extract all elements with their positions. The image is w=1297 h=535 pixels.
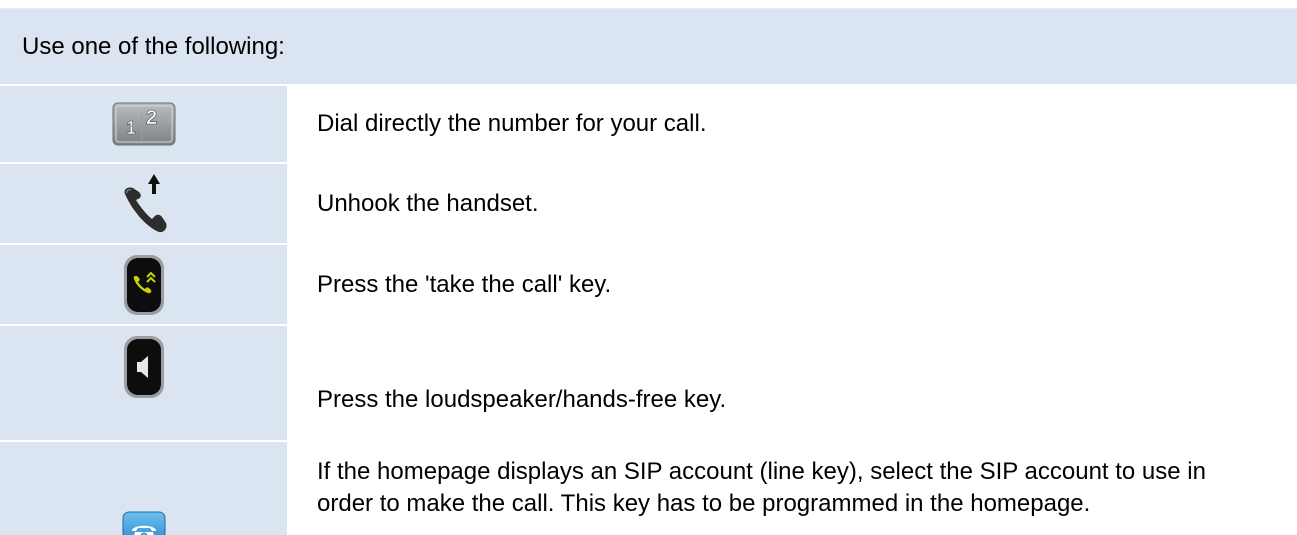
handset-offhook-icon	[123, 173, 167, 232]
table-header: Use one of the following:	[0, 8, 1297, 84]
table-row: Press the 'take the call' key.	[0, 243, 1297, 324]
instruction-table: Use one of the following: 1 2 Dial direc…	[0, 8, 1297, 535]
table-row: Unhook the handset.	[0, 162, 1297, 243]
instruction-text: If the homepage displays an SIP account …	[289, 442, 1297, 535]
icon-cell	[0, 442, 289, 535]
instruction-table-page: Use one of the following: 1 2 Dial direc…	[0, 0, 1297, 535]
keypad-icon: 1 2	[112, 102, 175, 146]
icon-cell: 1 2	[0, 86, 289, 162]
table-row: 1 2 Dial directly the number for your ca…	[0, 84, 1297, 162]
loudspeaker-key-icon	[123, 336, 164, 398]
svg-text:1: 1	[126, 118, 136, 138]
instruction-text: Press the 'take the call' key.	[289, 245, 1297, 324]
take-call-key-icon	[123, 254, 164, 315]
table-row: If the homepage displays an SIP account …	[0, 440, 1297, 535]
table-row: Press the loudspeaker/hands-free key.	[0, 324, 1297, 440]
sip-line-key-icon	[122, 511, 165, 535]
instruction-text: Press the loudspeaker/hands-free key.	[289, 326, 1297, 440]
instruction-text: Unhook the handset.	[289, 164, 1297, 243]
header-text: Use one of the following:	[22, 32, 285, 60]
instruction-text: Dial directly the number for your call.	[289, 86, 1297, 162]
icon-cell	[0, 164, 289, 243]
icon-cell	[0, 326, 289, 440]
icon-cell	[0, 245, 289, 324]
